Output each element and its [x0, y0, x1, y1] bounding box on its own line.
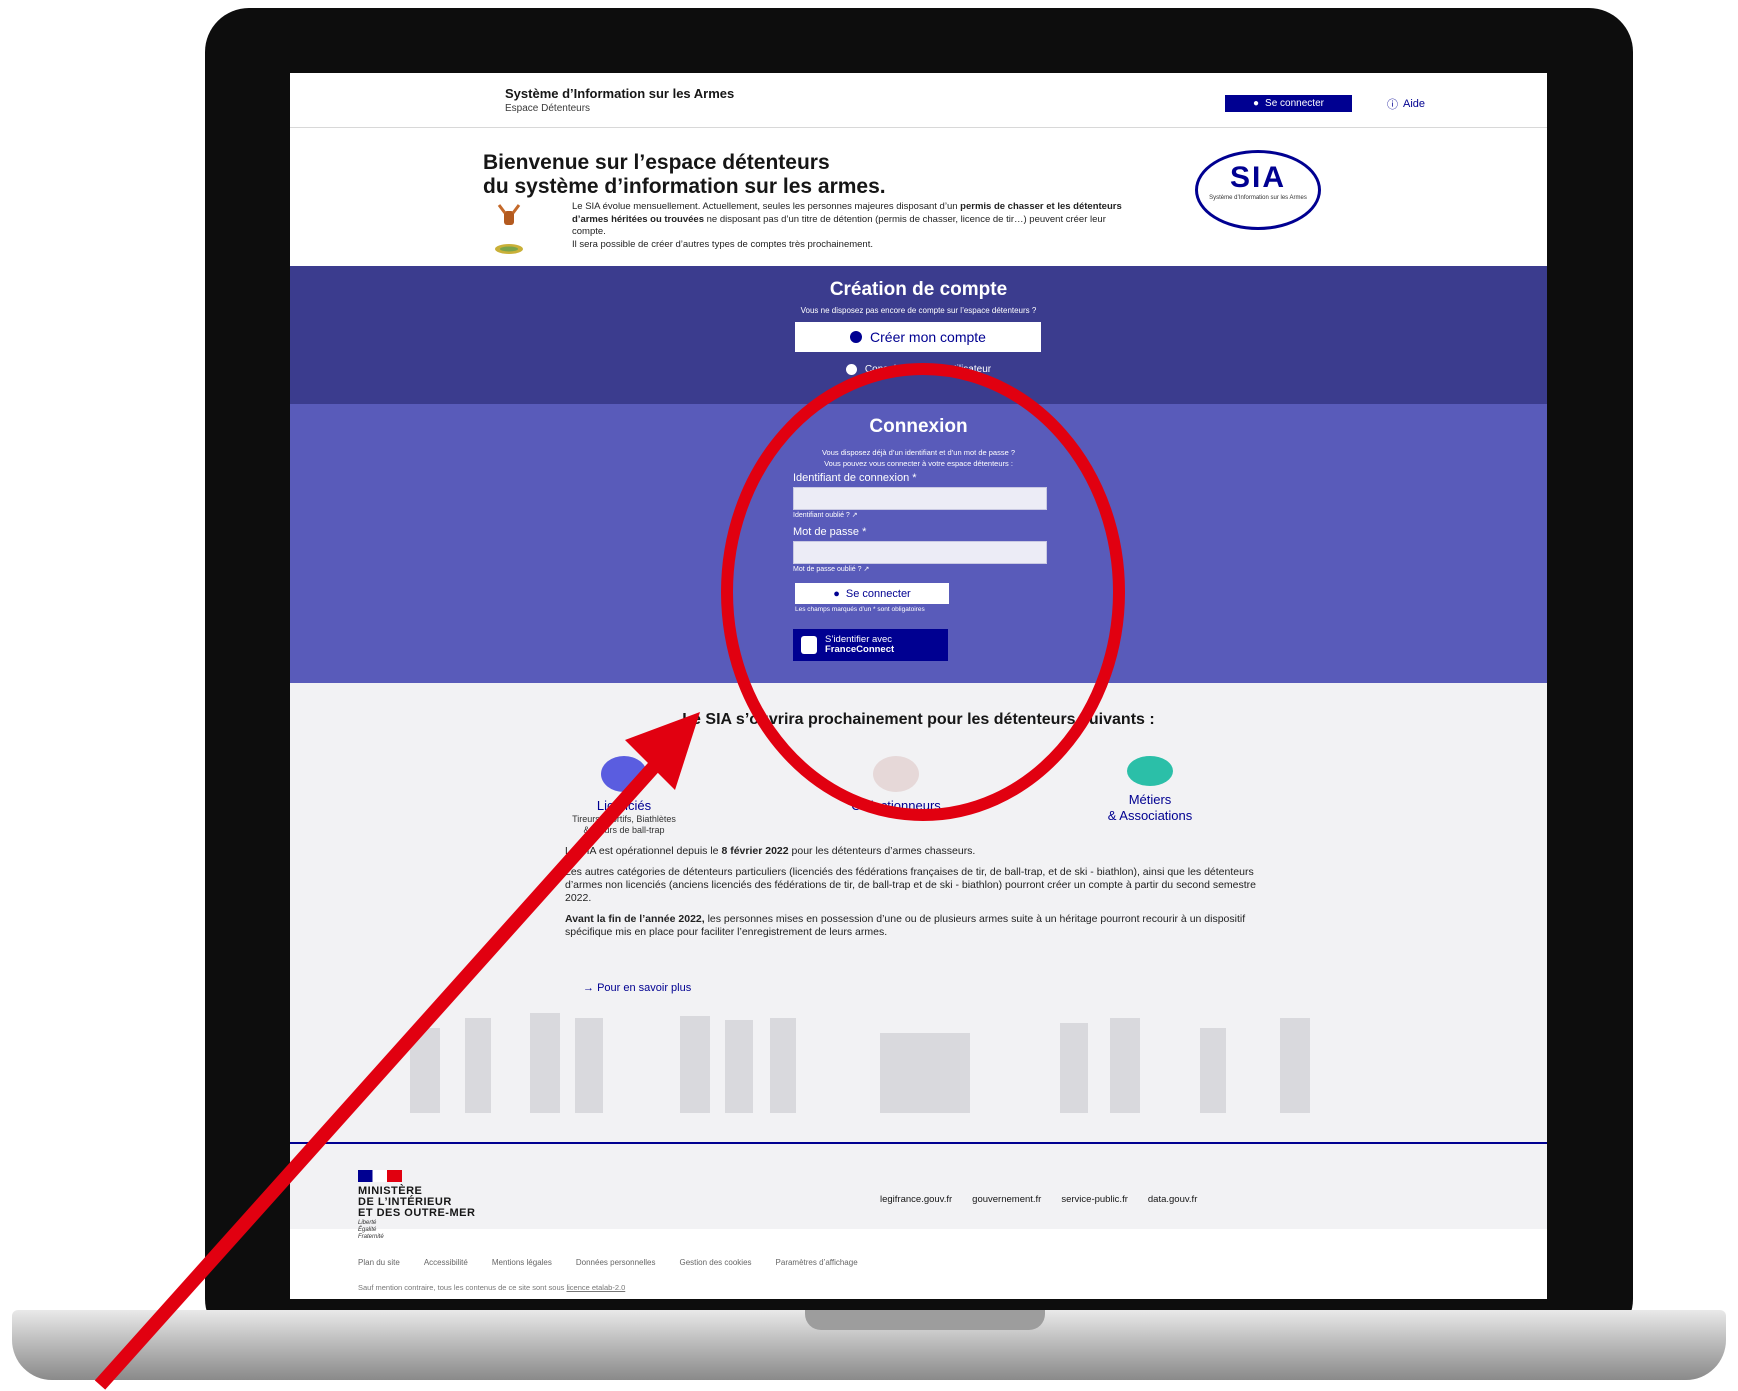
para1-c: pour les détenteurs d’armes chasseurs. — [788, 845, 976, 857]
required-fields-note: Les champs marqués d’un * sont obligatoi… — [795, 606, 925, 613]
user-icon: ● — [1253, 98, 1260, 109]
para3-bold: Avant la fin de l’année 2022, — [565, 913, 705, 925]
footer-bottom-links: Plan du site Accessibilité Mentions léga… — [358, 1258, 858, 1267]
help-label: Aide — [1403, 98, 1426, 110]
user-guide-label: Consulter le guide utilisateur — [864, 364, 992, 375]
creation-subtitle: Vous ne disposez pas encore de compte su… — [800, 306, 1037, 315]
welcome-heading-line1: Bienvenue sur l’espace détenteurs — [483, 151, 830, 174]
category-sub-1: Tireurs sportifs, Biathlètes — [572, 814, 676, 824]
sia-logo-subtext: Système d’Information sur les Armes — [1209, 195, 1307, 201]
user-icon: ● — [833, 587, 840, 600]
category-metiers: Métiers & Associations — [1050, 756, 1250, 824]
group-icon — [1127, 756, 1173, 786]
identifier-forgot-label: Identifiant oublié ? — [793, 512, 850, 519]
login-intro-1: Vous disposez déjà d’un identifiant et d… — [821, 448, 1016, 457]
franceconnect-text: S’identifier avec FranceConnect — [825, 635, 894, 655]
footer-link-cookies[interactable]: Gestion des cookies — [679, 1258, 751, 1267]
category-label: Collectionneurs — [851, 798, 941, 813]
info-circle-icon — [845, 364, 857, 375]
deer-icon — [497, 204, 521, 225]
ministry-line3: ET DES OUTRE-MER — [358, 1207, 476, 1219]
user-guide-link[interactable]: Consulter le guide utilisateur — [290, 364, 1547, 375]
site-title: Système d’Information sur les Armes — [505, 86, 735, 101]
footer-link-display-settings[interactable]: Paramètres d’affichage — [776, 1258, 858, 1267]
target-icon — [601, 756, 647, 792]
republic-motto: Liberté Égalité Fraternité — [358, 1220, 384, 1241]
footer-link-gouvernement[interactable]: gouvernement.fr — [972, 1194, 1041, 1205]
login-button[interactable]: ● Se connecter — [795, 583, 949, 604]
password-input[interactable] — [793, 541, 1047, 564]
franceconnect-button[interactable]: S’identifier avec FranceConnect — [793, 629, 948, 661]
sia-logo-text: SIA — [1229, 161, 1286, 194]
footer-link-personal-data[interactable]: Données personnelles — [576, 1258, 656, 1267]
intro-text-a: Le SIA évolue mensuellement. Actuellemen… — [572, 201, 961, 212]
header-login-label: Se connecter — [1265, 98, 1324, 109]
laptop-screen: Système d’Information sur les Armes Espa… — [290, 73, 1547, 1299]
marianne-flag-icon — [358, 1170, 402, 1182]
welcome-heading-line2: du système d’information sur les armes. — [483, 175, 886, 198]
footer-link-legifrance[interactable]: legifrance.gouv.fr — [880, 1194, 952, 1205]
motto-2: Égalité — [358, 1227, 377, 1233]
header-login-button[interactable]: ● Se connecter — [1225, 95, 1352, 112]
login-section: Connexion Vous disposez déjà d’un identi… — [290, 404, 1547, 683]
upcoming-section: Le SIA s’ouvrira prochainement pour les … — [290, 683, 1547, 1229]
identifier-forgot-link[interactable]: Identifiant oublié ? ↗ — [793, 511, 858, 519]
password-forgot-label: Mot de passe oublié ? — [793, 566, 862, 573]
external-link-icon: ↗ — [863, 566, 870, 573]
footer-link-sitemap[interactable]: Plan du site — [358, 1258, 400, 1267]
create-account-button[interactable]: Créer mon compte — [795, 322, 1041, 352]
category-label: Licenciés — [596, 798, 652, 813]
laptop-notch — [805, 1310, 1045, 1330]
para1-a: Le SIA est opérationnel depuis le — [565, 845, 722, 857]
ammunition-icon — [495, 244, 523, 254]
silhouettes-illustration — [410, 1013, 1310, 1113]
ministry-name: MINISTÈRE DE L’INTÉRIEUR ET DES OUTRE-ME… — [358, 1186, 475, 1219]
password-forgot-link[interactable]: Mot de passe oublié ? ↗ — [793, 565, 869, 573]
footer-link-accessibility[interactable]: Accessibilité — [424, 1258, 468, 1267]
footer-link-legal[interactable]: Mentions légales — [492, 1258, 552, 1267]
site-header: Système d’Information sur les Armes Espa… — [290, 73, 1547, 128]
info-icon: ⓘ — [1387, 99, 1398, 111]
motto-1: Liberté — [358, 1220, 377, 1226]
identifier-label: Identifiant de connexion * — [793, 472, 917, 484]
sia-logo: SIA Système d’Information sur les Armes — [1195, 150, 1321, 230]
creation-title: Création de compte — [829, 279, 1008, 300]
franceconnect-line2: FranceConnect — [825, 644, 895, 655]
login-button-label: Se connecter — [845, 587, 911, 600]
info-paragraph-1: Le SIA est opérationnel depuis le 8 févr… — [565, 845, 1265, 858]
footer-external-links: legifrance.gouv.fr gouvernement.fr servi… — [880, 1194, 1197, 1205]
footer-link-service-public[interactable]: service-public.fr — [1061, 1194, 1128, 1205]
category-label: Métiers — [1128, 792, 1172, 807]
license-link[interactable]: licence etalab-2.0 — [566, 1283, 625, 1292]
footer-divider — [290, 1142, 1547, 1144]
guns-icon — [873, 756, 919, 792]
login-intro-2: Vous pouvez vous connecter à votre espac… — [824, 459, 1013, 468]
welcome-intro: Le SIA évolue mensuellement. Actuellemen… — [572, 201, 1132, 251]
account-creation-section: Création de compte Vous ne disposez pas … — [290, 266, 1547, 404]
hunter-icons — [495, 204, 523, 254]
external-link-icon: ↗ — [851, 512, 858, 519]
para1-date: 8 février 2022 — [721, 845, 789, 857]
intro-text-2: Il sera possible de créer d’autres types… — [572, 238, 873, 250]
category-collectionneurs: Collectionneurs — [796, 756, 996, 814]
license-notice: Sauf mention contraire, tous les contenu… — [358, 1283, 625, 1292]
footer-link-data-gouv[interactable]: data.gouv.fr — [1148, 1194, 1197, 1205]
create-account-label: Créer mon compte — [870, 329, 986, 345]
category-sub-2: & tireurs de ball-trap — [583, 825, 665, 835]
help-link[interactable]: ⓘ Aide — [1387, 96, 1425, 112]
user-circle-icon — [850, 331, 863, 343]
upcoming-title: Le SIA s’ouvrira prochainement pour les … — [682, 711, 1155, 728]
login-title: Connexion — [869, 416, 968, 437]
welcome-heading: Bienvenue sur l’espace détenteurs du sys… — [483, 151, 1083, 199]
motto-3: Fraternité — [358, 1234, 384, 1240]
info-paragraph-3: Avant la fin de l’année 2022, les person… — [565, 913, 1265, 939]
site-subtitle: Espace Détenteurs — [505, 103, 591, 114]
password-label: Mot de passe * — [793, 526, 867, 538]
category-label-2: & Associations — [1107, 808, 1193, 823]
license-prefix: Sauf mention contraire, tous les contenu… — [358, 1283, 567, 1292]
franceconnect-logo-icon — [801, 636, 817, 654]
info-paragraph-2: Les autres catégories de détenteurs part… — [565, 866, 1257, 904]
identifier-input[interactable] — [793, 487, 1047, 510]
category-licencies: Licenciés Tireurs sportifs, Biathlètes &… — [524, 756, 724, 836]
